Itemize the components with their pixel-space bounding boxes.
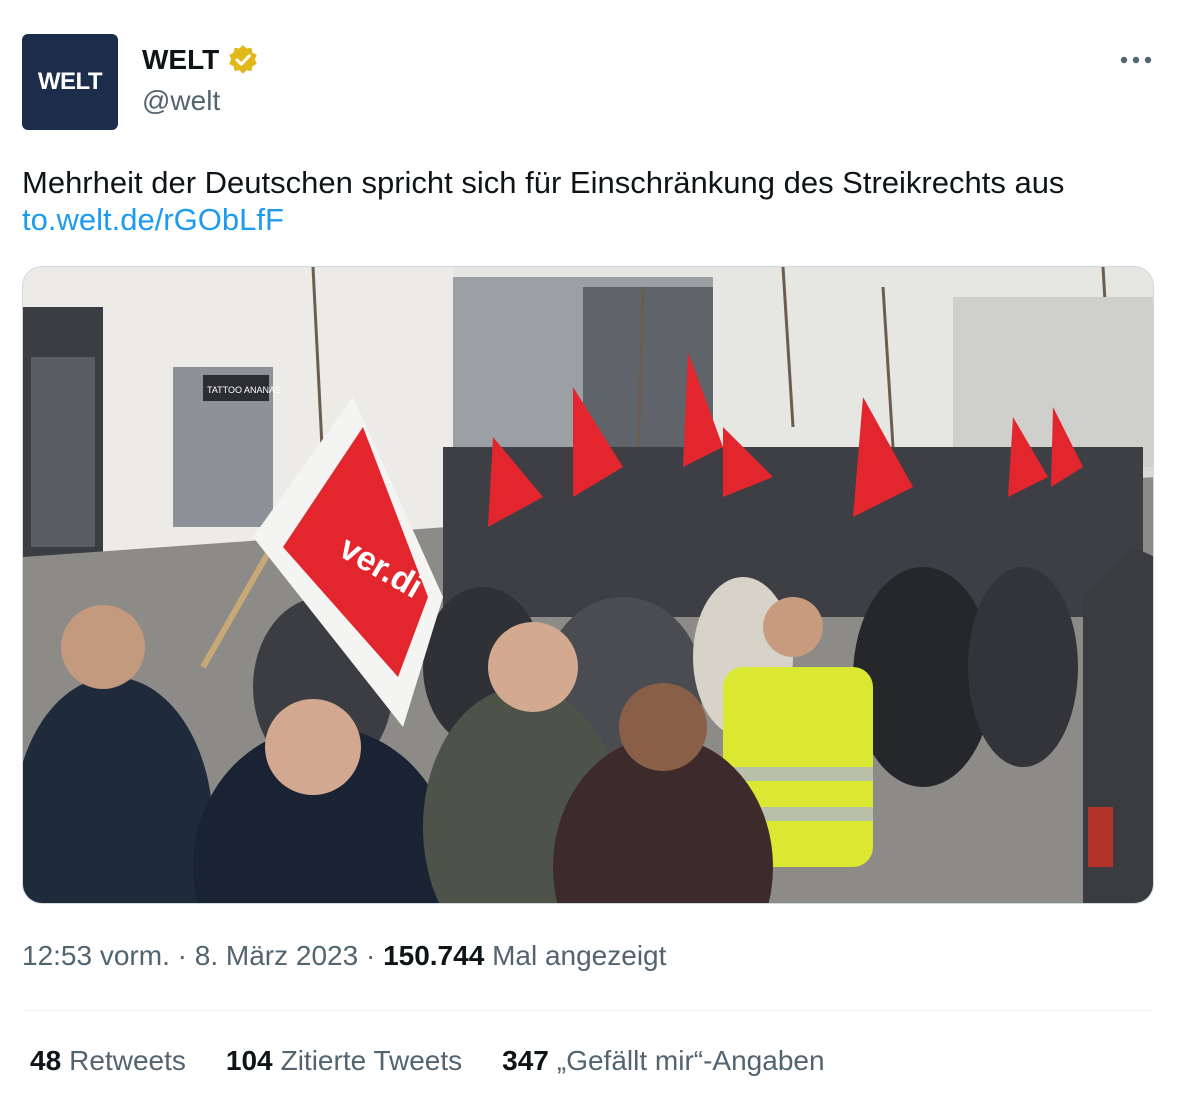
- tweet-stats: 48 Retweets 104 Zitierte Tweets 347 „Gefäll…: [30, 1045, 825, 1077]
- more-options-button[interactable]: [1110, 40, 1162, 80]
- author-name-row: WELT: [142, 44, 259, 76]
- author-handle[interactable]: @welt: [142, 85, 220, 117]
- protest-photo: TATTOO ANANAS ver.di: [23, 267, 1153, 903]
- meta-separator: ·: [177, 940, 187, 971]
- welt-logo-text: WELT: [37, 68, 103, 95]
- tweet-text: Mehrheit der Deutschen spricht sich für …: [22, 164, 1162, 238]
- tweet-link[interactable]: to.welt.de/rGObLfF: [22, 202, 284, 237]
- tweet-date[interactable]: 8. März 2023: [195, 940, 358, 971]
- tweet-photo[interactable]: TATTOO ANANAS ver.di: [22, 266, 1154, 904]
- retweets-count: 48: [30, 1045, 62, 1076]
- quote-tweets-stat[interactable]: 104 Zitierte Tweets: [226, 1045, 462, 1077]
- likes-stat[interactable]: 347 „Gefällt mir“-Angaben: [502, 1045, 824, 1077]
- more-dots-icon: [1120, 56, 1152, 64]
- author-display-name[interactable]: WELT: [142, 44, 219, 76]
- meta-separator: ·: [365, 940, 376, 971]
- divider: [22, 1010, 1154, 1011]
- likes-count: 347: [502, 1045, 549, 1076]
- shop-sign-text: TATTOO ANANAS: [207, 385, 281, 395]
- views-label: Mal angezeigt: [492, 940, 667, 971]
- retweets-label: Retweets: [69, 1045, 186, 1076]
- likes-label: „Gefällt mir“-Angaben: [556, 1045, 825, 1076]
- tweet-time[interactable]: 12:53 vorm.: [22, 940, 170, 971]
- tweet-body: Mehrheit der Deutschen spricht sich für …: [22, 165, 1065, 200]
- views-count: 150.744: [383, 940, 485, 971]
- retweets-stat[interactable]: 48 Retweets: [30, 1045, 186, 1077]
- verified-badge-icon: [229, 45, 258, 74]
- tweet-meta: 12:53 vorm. · 8. März 2023 · 150.744 Mal…: [22, 940, 666, 972]
- author-avatar[interactable]: WELT: [22, 34, 118, 130]
- quotes-label: Zitierte Tweets: [280, 1045, 463, 1076]
- quotes-count: 104: [225, 1045, 273, 1076]
